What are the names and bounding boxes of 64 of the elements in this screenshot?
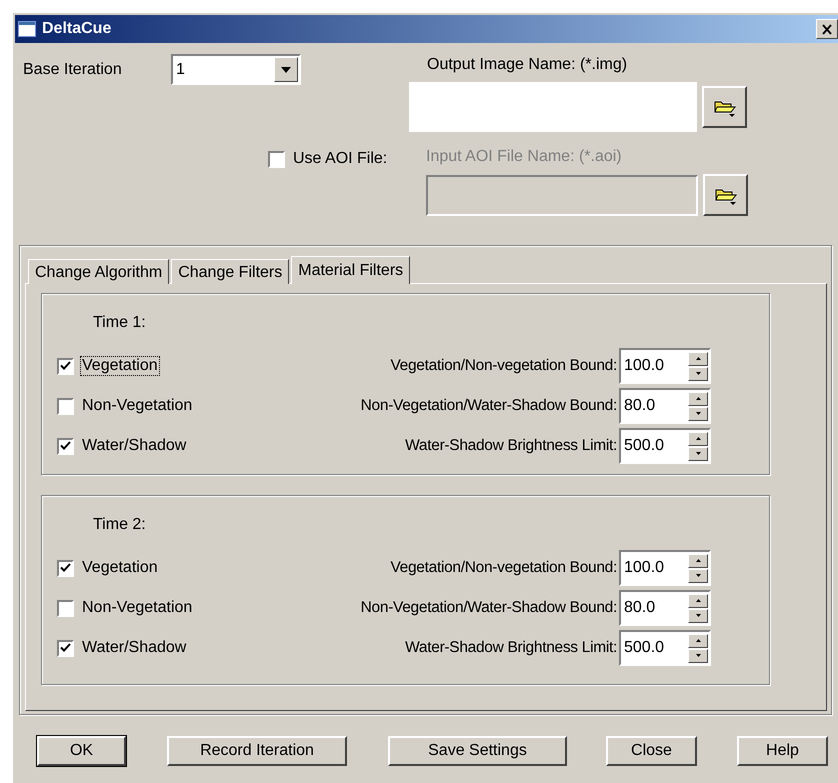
window-title: DeltaCue bbox=[42, 20, 112, 38]
window-icon bbox=[18, 21, 36, 37]
check-icon bbox=[60, 643, 71, 653]
dialog-button[interactable]: Help bbox=[737, 736, 828, 766]
dialog-button[interactable]: Save Settings bbox=[388, 736, 567, 766]
group-title: Time 2: bbox=[93, 516, 146, 534]
bound-label: Non-Vegetation/Water-Shadow Bound: bbox=[360, 397, 617, 415]
bound-label: Vegetation/Non-vegetation Bound: bbox=[389, 357, 617, 375]
input-aoi-field[interactable] bbox=[426, 174, 698, 216]
filter-label: Vegetation bbox=[81, 558, 159, 578]
spin-down-icon[interactable] bbox=[688, 446, 708, 460]
bound-label: Vegetation/Non-vegetation Bound: bbox=[389, 559, 617, 577]
check-icon bbox=[60, 441, 71, 451]
output-image-label: Output Image Name: (*.img) bbox=[426, 56, 628, 74]
bound-spinner[interactable]: 500.0 bbox=[619, 630, 711, 666]
spin-up-icon[interactable] bbox=[688, 594, 708, 608]
check-icon bbox=[60, 563, 71, 573]
bound-spinner[interactable]: 500.0 bbox=[619, 428, 711, 464]
filter-checkbox[interactable] bbox=[57, 438, 74, 454]
bound-spinner[interactable]: 100.0 bbox=[619, 550, 711, 586]
filter-label: Vegetation bbox=[80, 356, 160, 376]
base-iteration-label: Base Iteration bbox=[23, 60, 123, 79]
filter-label: Non-Vegetation bbox=[81, 598, 194, 618]
browse-button[interactable] bbox=[703, 174, 748, 216]
check-icon bbox=[60, 361, 71, 371]
close-icon bbox=[821, 24, 833, 34]
bound-label: Non-Vegetation/Water-Shadow Bound: bbox=[360, 599, 617, 617]
spin-up-icon[interactable] bbox=[688, 432, 708, 446]
filter-label: Water/Shadow bbox=[81, 436, 188, 456]
bound-spinner[interactable]: 80.0 bbox=[619, 590, 711, 626]
spin-down-icon[interactable] bbox=[688, 406, 708, 420]
close-button[interactable] bbox=[816, 19, 838, 39]
bound-label: Water-Shadow Brightness Limit: bbox=[404, 639, 617, 657]
group-title: Time 1: bbox=[93, 314, 146, 332]
filter-checkbox[interactable] bbox=[57, 358, 74, 374]
spin-down-icon[interactable] bbox=[688, 608, 708, 622]
output-image-field[interactable] bbox=[409, 82, 697, 132]
dialog-button[interactable]: Record Iteration bbox=[167, 736, 347, 766]
dialog-button[interactable]: OK bbox=[37, 736, 126, 766]
use-aoi-label: Use AOI File: bbox=[293, 150, 388, 168]
browse-button[interactable] bbox=[702, 86, 747, 128]
bound-spinner[interactable]: 80.0 bbox=[619, 388, 711, 424]
spin-up-icon[interactable] bbox=[688, 634, 708, 648]
spin-down-icon[interactable] bbox=[688, 568, 708, 582]
filter-checkbox[interactable] bbox=[57, 398, 74, 414]
dialog-button[interactable]: Close bbox=[606, 736, 697, 766]
bound-label: Water-Shadow Brightness Limit: bbox=[404, 437, 617, 455]
spin-up-icon[interactable] bbox=[688, 554, 708, 568]
base-iteration-dropdown[interactable]: 1 bbox=[171, 54, 301, 85]
tab[interactable]: Change Algorithm bbox=[28, 259, 170, 284]
filter-label: Non-Vegetation bbox=[81, 396, 194, 416]
filter-checkbox[interactable] bbox=[57, 600, 74, 616]
filter-checkbox[interactable] bbox=[57, 560, 74, 576]
input-aoi-label: Input AOI File Name: (*.aoi) bbox=[426, 148, 623, 166]
tab[interactable]: Change Filters bbox=[171, 259, 290, 284]
tab[interactable]: Material Filters bbox=[291, 256, 410, 284]
bound-spinner[interactable]: 100.0 bbox=[619, 348, 711, 384]
spin-up-icon[interactable] bbox=[688, 352, 708, 366]
spin-up-icon[interactable] bbox=[688, 392, 708, 406]
spin-down-icon[interactable] bbox=[688, 366, 708, 380]
filter-label: Water/Shadow bbox=[81, 638, 188, 658]
use-aoi-checkbox[interactable] bbox=[268, 150, 285, 168]
filter-checkbox[interactable] bbox=[57, 640, 74, 656]
spin-down-icon[interactable] bbox=[688, 648, 708, 662]
